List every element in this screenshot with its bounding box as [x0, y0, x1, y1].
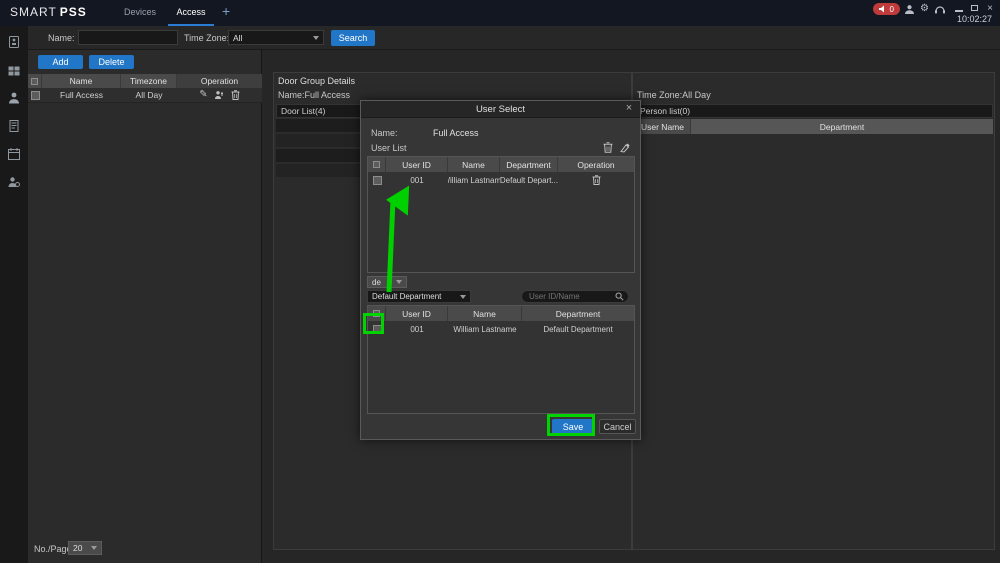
column-user-name: User Name [635, 119, 691, 134]
delete-selected-icon[interactable] [603, 142, 613, 153]
new-tab-button[interactable]: + [222, 3, 230, 19]
user-name-cell: William Lastname [448, 321, 522, 337]
column-department: Department [691, 119, 993, 134]
door-group-panel: Add Delete Name Timezone Operation Full … [28, 50, 262, 563]
page-size-value: 20 [73, 543, 82, 553]
minimize-icon [955, 10, 963, 12]
annotation-arrow [370, 180, 412, 298]
column-name: Name [42, 74, 121, 88]
tab-devices[interactable]: Devices [112, 0, 168, 26]
name-filter-label: Name: [48, 33, 75, 43]
user-account-icon[interactable] [903, 3, 916, 15]
chevron-down-icon [91, 546, 97, 550]
column-user-id: User ID [386, 306, 448, 321]
personnel-icon[interactable] [6, 90, 22, 106]
add-button[interactable]: Add [38, 55, 83, 69]
group-row-full-access[interactable]: Full Access All Day ✎ [28, 88, 262, 103]
restore-button[interactable] [967, 2, 981, 14]
column-operation: Operation [177, 74, 262, 88]
person-table-header: User Name Department [635, 119, 993, 134]
dialog-name-value: Full Access [433, 128, 479, 138]
group-name-cell: Full Access [42, 88, 121, 102]
department-cell: Default Department [522, 321, 634, 337]
user-list-label: User List [371, 143, 407, 153]
logo-pss: PSS [60, 5, 87, 19]
page-size-label: No./Page [34, 544, 72, 554]
header-checkbox[interactable] [373, 161, 380, 168]
restore-icon [971, 5, 978, 11]
selected-table-header: User ID Name Department Operation [368, 157, 634, 172]
clock: 10:02:27 [957, 14, 992, 24]
minimize-button[interactable] [952, 2, 966, 14]
filter-toolbar: Name: Time Zone: All Search [28, 26, 1000, 50]
speaker-icon [879, 5, 887, 13]
user-name-cell: William Lastname [448, 172, 500, 188]
row-checkbox[interactable] [31, 91, 40, 100]
header-checkbox-cell [28, 74, 42, 88]
timezone-filter-value: All [233, 33, 242, 43]
column-department: Department [522, 306, 634, 321]
dialog-name-label: Name: [371, 128, 398, 138]
header-checkbox-cell [368, 157, 386, 172]
column-department: Department [500, 157, 558, 172]
timezone-filter-dropdown[interactable]: All [228, 30, 324, 45]
timezone-filter-label: Time Zone: [184, 33, 229, 43]
tab-access[interactable]: Access [168, 0, 214, 26]
cancel-button[interactable]: Cancel [599, 419, 636, 434]
titlebar: SMARTPSS Devices Access + 0 ⚙ × 10:02:27 [0, 0, 1000, 26]
attendance-icon[interactable] [6, 146, 22, 162]
source-user-row[interactable]: 001 William Lastname Default Department [368, 321, 634, 337]
edit-icon[interactable]: ✎ [199, 90, 207, 100]
logo-smart: SMART [10, 5, 57, 19]
column-user-id: User ID [386, 157, 448, 172]
department-cell: Default Depart... [500, 172, 558, 188]
source-table-header: User ID Name Department [368, 306, 634, 321]
details-name-line: Name:Full Access [278, 90, 350, 100]
details-title: Door Group Details [278, 76, 355, 86]
assign-user-icon[interactable] [214, 90, 225, 100]
log-icon[interactable] [6, 118, 22, 134]
headset-support-icon[interactable] [933, 3, 946, 15]
video-wall-icon[interactable] [6, 63, 22, 79]
header-checkbox[interactable] [31, 78, 38, 85]
dialog-close-icon[interactable]: × [623, 102, 635, 114]
person-list-panel: Time Zone:All Day Person list(0) User Na… [632, 72, 995, 550]
column-name: Name [448, 157, 500, 172]
source-users-table: User ID Name Department 001 William Last… [367, 305, 635, 414]
person-timezone-line: Time Zone:All Day [637, 90, 711, 100]
app-logo: SMARTPSS [10, 5, 87, 19]
group-timezone-cell: All Day [121, 88, 177, 102]
name-filter-input[interactable] [78, 30, 178, 45]
page-size-dropdown[interactable]: 20 [68, 541, 102, 555]
dialog-title: User Select [361, 101, 640, 118]
user-manager-icon[interactable] [6, 174, 22, 190]
delete-icon[interactable] [592, 175, 601, 185]
chevron-down-icon [460, 295, 466, 299]
search-icon[interactable] [615, 292, 624, 301]
group-table-header: Name Timezone Operation [28, 74, 262, 88]
user-id-cell: 001 [386, 321, 448, 337]
alarm-count: 0 [890, 5, 894, 14]
module-sidebar [0, 26, 28, 563]
search-button[interactable]: Search [331, 30, 375, 46]
column-name: Name [448, 306, 522, 321]
column-timezone: Timezone [121, 74, 177, 88]
delete-icon[interactable] [231, 90, 240, 100]
user-search-box [521, 290, 629, 303]
gear-icon[interactable]: ⚙ [918, 3, 931, 15]
smart-pss-window: SMARTPSS Devices Access + 0 ⚙ × 10:02:27… [0, 0, 1000, 563]
annotation-box-save [547, 414, 595, 436]
chevron-down-icon [313, 36, 319, 40]
close-button[interactable]: × [983, 2, 997, 14]
alarm-counter[interactable]: 0 [873, 3, 900, 15]
column-operation: Operation [558, 157, 634, 172]
access-controller-icon[interactable] [6, 34, 22, 50]
delete-button[interactable]: Delete [89, 55, 134, 69]
user-search-input[interactable] [526, 292, 614, 301]
annotation-box-checkbox [363, 313, 384, 334]
clear-all-icon[interactable] [619, 142, 630, 153]
person-list-header: Person list(0) [635, 104, 993, 118]
